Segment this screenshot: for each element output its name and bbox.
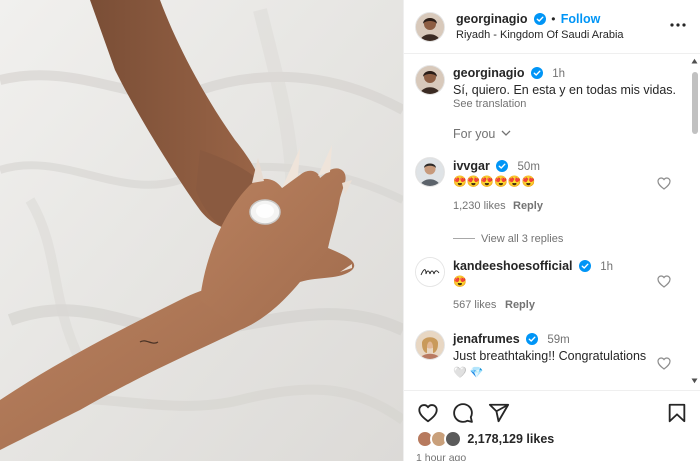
scroll-up-arrow-icon[interactable] [691,58,698,64]
post-timestamp[interactable]: 1 hour ago [416,452,466,461]
liker-avatars [416,430,464,448]
caption-author[interactable]: georginagio [453,66,525,80]
view-replies-label: View all 3 replies [481,233,564,245]
avatar-image [416,331,444,359]
verified-icon [530,67,543,79]
comment-time: 1h [600,261,613,273]
reply-button[interactable]: Reply [513,200,543,212]
comment-header: kandeeshoesofficial 1h [453,259,613,273]
comment-likes[interactable]: 567 likes [453,299,496,311]
comment-heart-icon[interactable] [657,177,671,190]
comment-time: 59m [547,334,570,346]
post-photo [0,0,403,461]
follow-button[interactable]: Follow [561,12,601,26]
share-icon[interactable] [488,402,510,424]
avatar-image [416,158,444,186]
comment-author[interactable]: jenafrumes [453,332,520,346]
avatar-image [416,66,444,94]
comment-heart-icon[interactable] [657,357,671,370]
comment-emojis: 🤍 💎 [453,367,484,379]
comment-header: jenafrumes 59m [453,332,570,346]
comment-text: 😍 [453,276,467,288]
comment-avatar[interactable] [416,258,444,286]
avatar-image [416,13,444,41]
comment-heart-icon[interactable] [657,275,671,288]
post-location[interactable]: Riyadh - Kingdom Of Saudi Arabia [456,29,624,41]
heart-icon[interactable] [417,402,439,424]
separator-dot: • [551,12,556,26]
caption-time: 1h [552,68,566,80]
bookmark-icon[interactable] [666,402,688,424]
post-image[interactable] [0,0,403,461]
caption-avatar[interactable] [416,66,444,94]
caption-header: georginagio 1h [453,66,565,80]
post-header: georginagio • Follow Riyadh - Kingdom Of… [404,0,700,54]
liker-avatar [444,430,462,448]
verified-icon [578,260,591,272]
verified-icon [526,333,539,345]
comment-author[interactable]: ivvgar [453,159,490,173]
comment-avatar[interactable] [416,158,444,186]
comment-avatar[interactable] [416,331,444,359]
for-you-filter[interactable]: For you [453,127,511,141]
likes-count[interactable]: 2,178,129 likes [467,432,554,446]
likes-row[interactable]: 2,178,129 likes [416,430,554,448]
comments-list[interactable]: georginagio 1h Sí, quiero. En esta y en … [404,55,700,390]
scroll-down-arrow-icon[interactable] [691,378,698,384]
comment-text: 😍😍😍😍😍😍 [453,176,536,188]
header-title-row: georginagio • Follow [456,12,600,26]
post-details-panel: georginagio • Follow Riyadh - Kingdom Of… [403,0,700,461]
more-options-icon[interactable] [669,18,687,32]
comments-scrollbar[interactable] [691,58,698,384]
scroll-thumb[interactable] [692,72,698,134]
verified-icon [533,13,546,25]
comment-icon[interactable] [452,402,474,424]
comment-text: Just breathtaking!! Congratulations [453,349,647,363]
for-you-label: For you [453,127,496,141]
caption-text: Sí, quiero. En esta y en todas mis vidas… [453,83,677,97]
comment-author[interactable]: kandeeshoesofficial [453,259,573,273]
comment-header: ivvgar 50m [453,159,540,173]
chevron-down-icon [501,130,511,136]
view-replies-link[interactable]: View all 3 replies [453,231,563,245]
comment-likes[interactable]: 1,230 likes [453,200,506,212]
post-actions: 2,178,129 likes 1 hour ago [404,390,700,461]
comment-time: 50m [517,161,540,173]
replies-divider [453,238,475,239]
reply-button[interactable]: Reply [505,299,535,311]
kandee-logo [416,258,444,286]
verified-icon [496,160,509,172]
author-avatar[interactable] [416,13,444,41]
see-translation-link[interactable]: See translation [453,98,526,110]
author-username[interactable]: georginagio [456,12,528,26]
